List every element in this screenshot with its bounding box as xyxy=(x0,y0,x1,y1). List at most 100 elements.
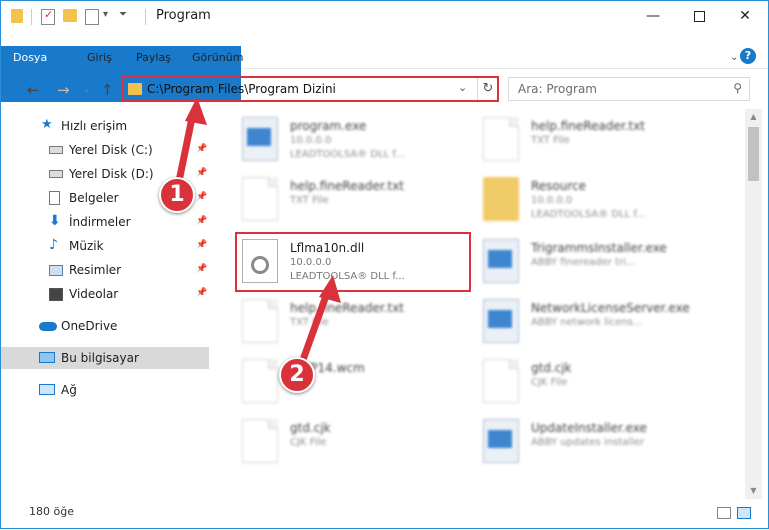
window-title: Program xyxy=(156,8,211,23)
up-button[interactable]: ↑ xyxy=(101,81,114,99)
sidebar-item-label: Yerel Disk (D:) xyxy=(69,167,154,181)
file-item[interactable]: gtd.cjk CJK File xyxy=(222,413,462,469)
minimize-button[interactable]: — xyxy=(630,1,676,31)
address-highlight-box xyxy=(121,76,499,102)
file-detail: ABBY network licens... xyxy=(531,317,643,328)
star-icon: ★ xyxy=(41,117,53,132)
exe-file-icon xyxy=(483,419,519,463)
file-name: gtd.cjk xyxy=(531,361,572,375)
text-file-icon xyxy=(242,177,278,221)
sidebar-item-pictures[interactable]: Resimler 📌 xyxy=(1,259,209,281)
sidebar-item-label: Videolar xyxy=(69,287,119,301)
ribbon-tabs: Dosya Giriş Paylaş Görünüm ⌄ ? xyxy=(1,46,768,102)
file-name: gtd.cjk xyxy=(290,421,331,435)
file-detail: LEADTOOLSA® DLL f... xyxy=(290,149,405,160)
close-icon: ✕ xyxy=(739,8,751,24)
text-file-icon xyxy=(242,299,278,343)
up-arrow-icon: ↑ xyxy=(101,81,114,99)
documents-icon xyxy=(49,191,60,205)
title-bar: ✓ ▾ ⏷ Program — ✕ xyxy=(1,1,768,31)
sidebar-item-quick-access[interactable]: ★ Hızlı erişim xyxy=(1,115,209,137)
music-icon: ♪ xyxy=(49,237,58,253)
details-view-icon[interactable] xyxy=(717,507,731,519)
scroll-up-icon[interactable]: ▲ xyxy=(745,109,762,125)
back-arrow-icon: ← xyxy=(27,81,40,99)
sidebar-item-music[interactable]: ♪ Müzik 📌 xyxy=(1,235,209,257)
exe-file-icon xyxy=(483,299,519,343)
status-bar: 180 öğe xyxy=(1,501,768,528)
network-icon xyxy=(39,384,55,395)
file-icon xyxy=(242,359,278,403)
minimize-icon: — xyxy=(646,8,660,24)
maximize-button[interactable] xyxy=(676,1,722,31)
file-item[interactable]: help.fineReader.txt TXT File xyxy=(463,111,703,167)
scroll-down-icon[interactable]: ▼ xyxy=(745,483,762,499)
tab-view[interactable]: Görünüm xyxy=(192,46,243,69)
file-detail: TXT File xyxy=(531,135,570,146)
file-item[interactable]: CWP14.wcm xyxy=(222,353,462,409)
back-button[interactable]: ← xyxy=(27,81,40,99)
sidebar-item-onedrive[interactable]: OneDrive xyxy=(1,315,209,337)
pin-icon: 📌 xyxy=(196,144,208,154)
file-detail: CJK File xyxy=(290,437,327,448)
tab-share[interactable]: Paylaş xyxy=(136,46,171,69)
file-list: program.exe 10.0.0.0 LEADTOOLSA® DLL f..… xyxy=(217,109,745,499)
videos-icon xyxy=(49,288,63,301)
search-placeholder: Ara: Program xyxy=(518,82,597,96)
recent-locations-button[interactable]: ⌄ xyxy=(83,85,91,95)
navigation-pane: ★ Hızlı erişim Yerel Disk (C:) 📌 Yerel D… xyxy=(1,111,211,501)
step-1-badge: 1 xyxy=(159,177,195,213)
file-item[interactable]: Resource 10.0.0.0 LEADTOOLSA® DLL f... xyxy=(463,171,703,227)
sidebar-item-videos[interactable]: Videolar 📌 xyxy=(1,283,209,305)
file-detail: TXT File xyxy=(290,195,329,206)
file-item[interactable]: NetworkLicenseServer.exe ABBY network li… xyxy=(463,293,703,349)
search-input[interactable]: Ara: Program ⚲ xyxy=(508,77,750,101)
customize-quick-access-icon[interactable]: ⏷ xyxy=(119,9,129,25)
sidebar-item-label: Müzik xyxy=(69,239,104,253)
item-count: 180 öğe xyxy=(29,505,74,518)
sidebar-item-label: Ağ xyxy=(61,383,77,397)
sidebar-item-label: Resimler xyxy=(69,263,122,277)
pin-icon: 📌 xyxy=(196,288,208,298)
sidebar-item-network[interactable]: Ağ xyxy=(1,379,209,401)
step-2-badge: 2 xyxy=(279,357,315,393)
file-name: help.fineReader.txt xyxy=(290,301,404,315)
folder-icon xyxy=(483,177,519,221)
scrollbar-thumb[interactable] xyxy=(748,127,759,181)
tab-home[interactable]: Giriş xyxy=(87,46,112,69)
pictures-icon xyxy=(49,265,63,276)
file-name: TrigrammsInstaller.exe xyxy=(531,241,667,255)
file-item[interactable]: gtd.cjk CJK File xyxy=(463,353,703,409)
separator xyxy=(145,9,146,25)
file-item[interactable]: UpdateInstaller.exe ABBY updates install… xyxy=(463,413,703,469)
sidebar-item-this-pc[interactable]: Bu bilgisayar xyxy=(1,347,209,369)
file-icon xyxy=(483,359,519,403)
forward-button[interactable]: → xyxy=(57,81,70,99)
chevron-down-icon[interactable]: ▾ xyxy=(103,9,113,25)
file-detail: LEADTOOLSA® DLL f... xyxy=(531,209,646,220)
sidebar-item-drive-c[interactable]: Yerel Disk (C:) 📌 xyxy=(1,139,209,161)
rename-icon[interactable] xyxy=(85,9,99,25)
close-button[interactable]: ✕ xyxy=(722,1,768,31)
expand-ribbon-icon[interactable]: ⌄ xyxy=(730,46,738,69)
file-item[interactable]: help.fineReader.txt TXT File xyxy=(222,293,462,349)
forward-arrow-icon: → xyxy=(57,81,70,99)
file-item[interactable]: help.fineReader.txt TXT File xyxy=(222,171,462,227)
file-name: help.fineReader.txt xyxy=(531,119,645,133)
file-detail: TXT File xyxy=(290,317,329,328)
drive-icon xyxy=(49,146,63,154)
file-name: program.exe xyxy=(290,119,367,133)
new-folder-icon[interactable] xyxy=(63,9,77,22)
help-icon[interactable]: ? xyxy=(740,48,756,64)
properties-icon[interactable]: ✓ xyxy=(41,8,55,25)
computer-icon xyxy=(39,352,55,363)
large-icons-view-icon[interactable] xyxy=(737,507,751,519)
sidebar-item-label: OneDrive xyxy=(61,319,118,333)
file-item[interactable]: TrigrammsInstaller.exe ABBY finereader t… xyxy=(463,233,703,289)
sidebar-item-downloads[interactable]: ⬇ İndirmeler 📌 xyxy=(1,211,209,233)
search-icon[interactable]: ⚲ xyxy=(733,81,742,95)
vertical-scrollbar[interactable]: ▲ ▼ xyxy=(745,109,762,499)
file-detail: ABBY updates installer xyxy=(531,437,645,448)
file-item[interactable]: program.exe 10.0.0.0 LEADTOOLSA® DLL f..… xyxy=(222,111,462,167)
text-file-icon xyxy=(483,117,519,161)
